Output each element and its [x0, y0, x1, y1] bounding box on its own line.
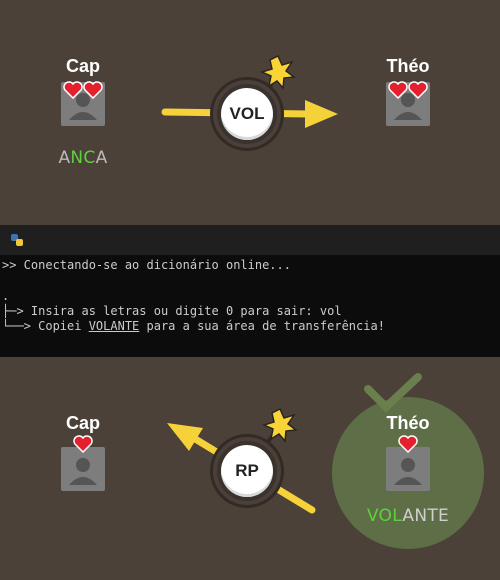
- console-text: └──> Copiei: [2, 319, 89, 333]
- console-text: para a sua área de transferência!: [139, 319, 385, 333]
- python-icon: [11, 234, 23, 246]
- console-line: └──> Copiei VOLANTE para a sua área de t…: [2, 319, 385, 334]
- bomb: VOL: [213, 80, 281, 148]
- console-line: >> Conectando-se ao dicionário online...: [2, 258, 291, 272]
- bomb-syllable: RP: [221, 445, 273, 497]
- bomb-syllable: VOL: [221, 88, 273, 140]
- console-line: ├─> Insira as letras ou digite 0 para sa…: [2, 304, 342, 318]
- game-panel-bottom: Cap Théo VOLANTE RP: [0, 357, 500, 580]
- bomb: RP: [213, 437, 281, 505]
- copied-word: VOLANTE: [88, 319, 140, 333]
- console-line: .: [2, 289, 10, 303]
- game-panel-top: Cap ANCA Théo VOL: [0, 0, 500, 225]
- terminal-titlebar: [0, 225, 500, 255]
- terminal-window: >> Conectando-se ao dicionário online...…: [0, 225, 500, 357]
